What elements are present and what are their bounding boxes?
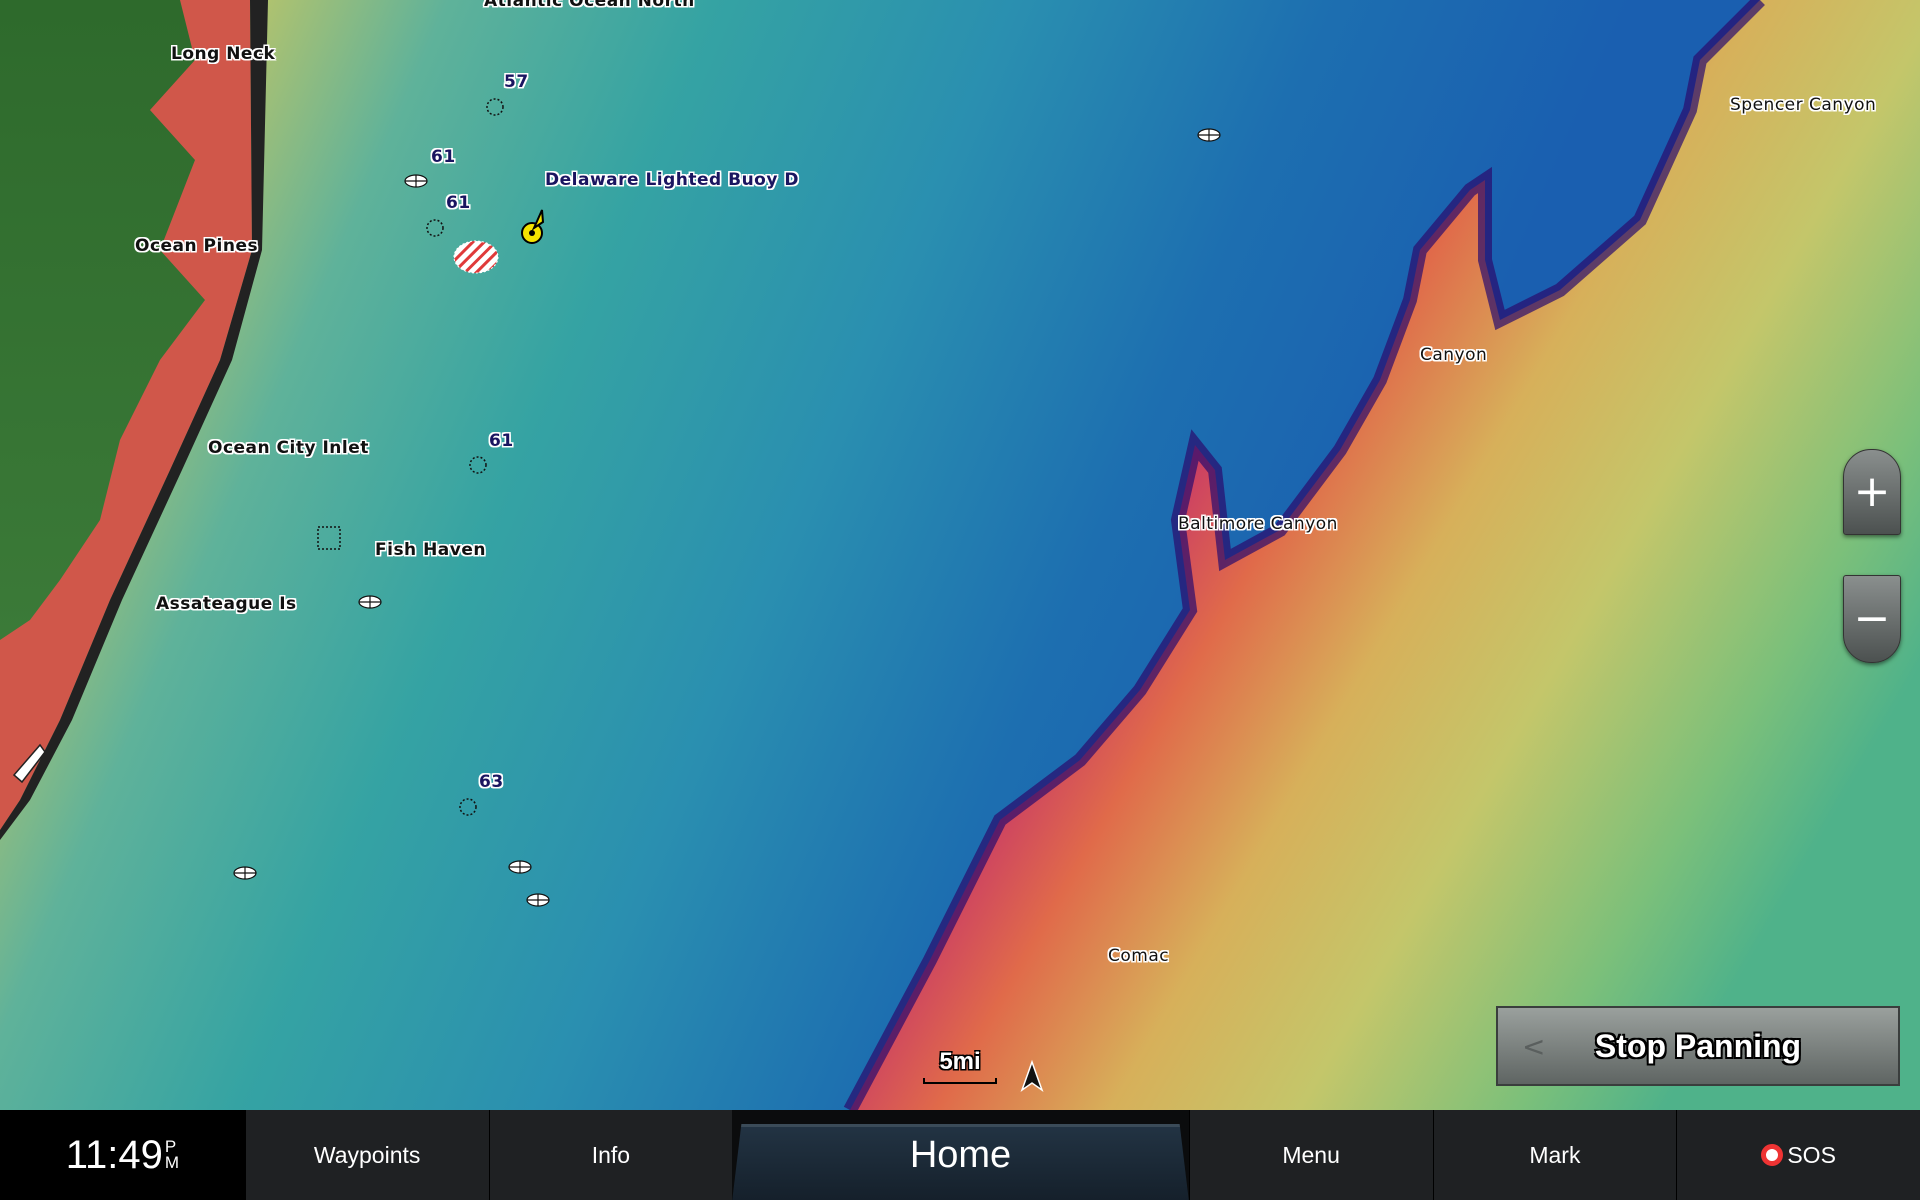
tab-info[interactable]: Info: [488, 1110, 733, 1200]
map-label: Ocean City Inlet: [208, 438, 369, 458]
map-label: Assateague Is: [156, 594, 297, 614]
tab-label: Waypoints: [313, 1141, 421, 1168]
tab-menu[interactable]: Menu: [1188, 1110, 1433, 1200]
map-label: Canyon: [1420, 345, 1488, 365]
tab-mark[interactable]: Mark: [1432, 1110, 1677, 1200]
scale-bar: 5mi: [920, 1048, 1000, 1084]
map-label: Spencer Canyon: [1730, 95, 1877, 115]
clock-time: 11:49: [65, 1132, 163, 1177]
tab-label: Menu: [1282, 1141, 1340, 1168]
bottom-bar: 11:49 PM Waypoints Info Home Menu Mark S…: [0, 1110, 1920, 1200]
zoom-out-button[interactable]: −: [1843, 575, 1901, 663]
map-label: Ocean Pines: [135, 236, 259, 256]
tab-label: SOS: [1787, 1141, 1836, 1168]
bathymetry-layer: [0, 0, 1920, 1110]
map-label: Baltimore Canyon: [1178, 514, 1338, 534]
tab-label: Mark: [1529, 1141, 1581, 1168]
minus-icon: −: [1853, 593, 1891, 644]
zoom-in-button[interactable]: +: [1843, 449, 1901, 535]
map-label: Fish Haven: [375, 540, 486, 560]
wreck-icon[interactable]: [404, 174, 428, 188]
tab-home[interactable]: Home: [732, 1110, 1189, 1200]
buoy-label[interactable]: Delaware Lighted Buoy D: [545, 170, 799, 190]
map-label: Atlantic Ocean North: [484, 0, 695, 11]
depth-sounding: 61: [489, 431, 514, 451]
scale-line: [923, 1078, 997, 1084]
depth-sounding: 61: [431, 147, 456, 167]
tab-sos[interactable]: SOS: [1676, 1110, 1920, 1200]
depth-sounding: 63: [479, 772, 504, 792]
depth-sounding: 57: [504, 72, 529, 92]
plus-icon: +: [1853, 466, 1891, 517]
lifebuoy-icon: [1761, 1144, 1784, 1166]
chevron-left-icon: <: [1522, 1030, 1546, 1063]
chart-map[interactable]: Atlantic Ocean North Long Neck Ocean Pin…: [0, 0, 1920, 1110]
map-label: Comac: [1108, 946, 1170, 966]
tab-label: Info: [591, 1141, 631, 1168]
clock-ampm: M: [164, 1153, 180, 1172]
scale-label: 5mi: [939, 1048, 981, 1075]
wreck-icon[interactable]: [1197, 128, 1221, 142]
wreck-icon[interactable]: [508, 860, 532, 874]
wreck-icon[interactable]: [233, 866, 257, 880]
tab-label: Home: [909, 1133, 1012, 1176]
depth-sounding: 61: [446, 193, 471, 213]
stop-panning-button[interactable]: < Stop Panning: [1496, 1006, 1900, 1086]
clock: 11:49 PM: [0, 1110, 245, 1200]
restricted-area[interactable]: [453, 240, 499, 274]
tab-waypoints[interactable]: Waypoints: [244, 1110, 489, 1200]
wreck-icon[interactable]: [526, 893, 550, 907]
stop-panning-label: Stop Panning: [1594, 1027, 1802, 1064]
wreck-icon[interactable]: [358, 595, 382, 609]
map-label: Long Neck: [171, 44, 276, 64]
